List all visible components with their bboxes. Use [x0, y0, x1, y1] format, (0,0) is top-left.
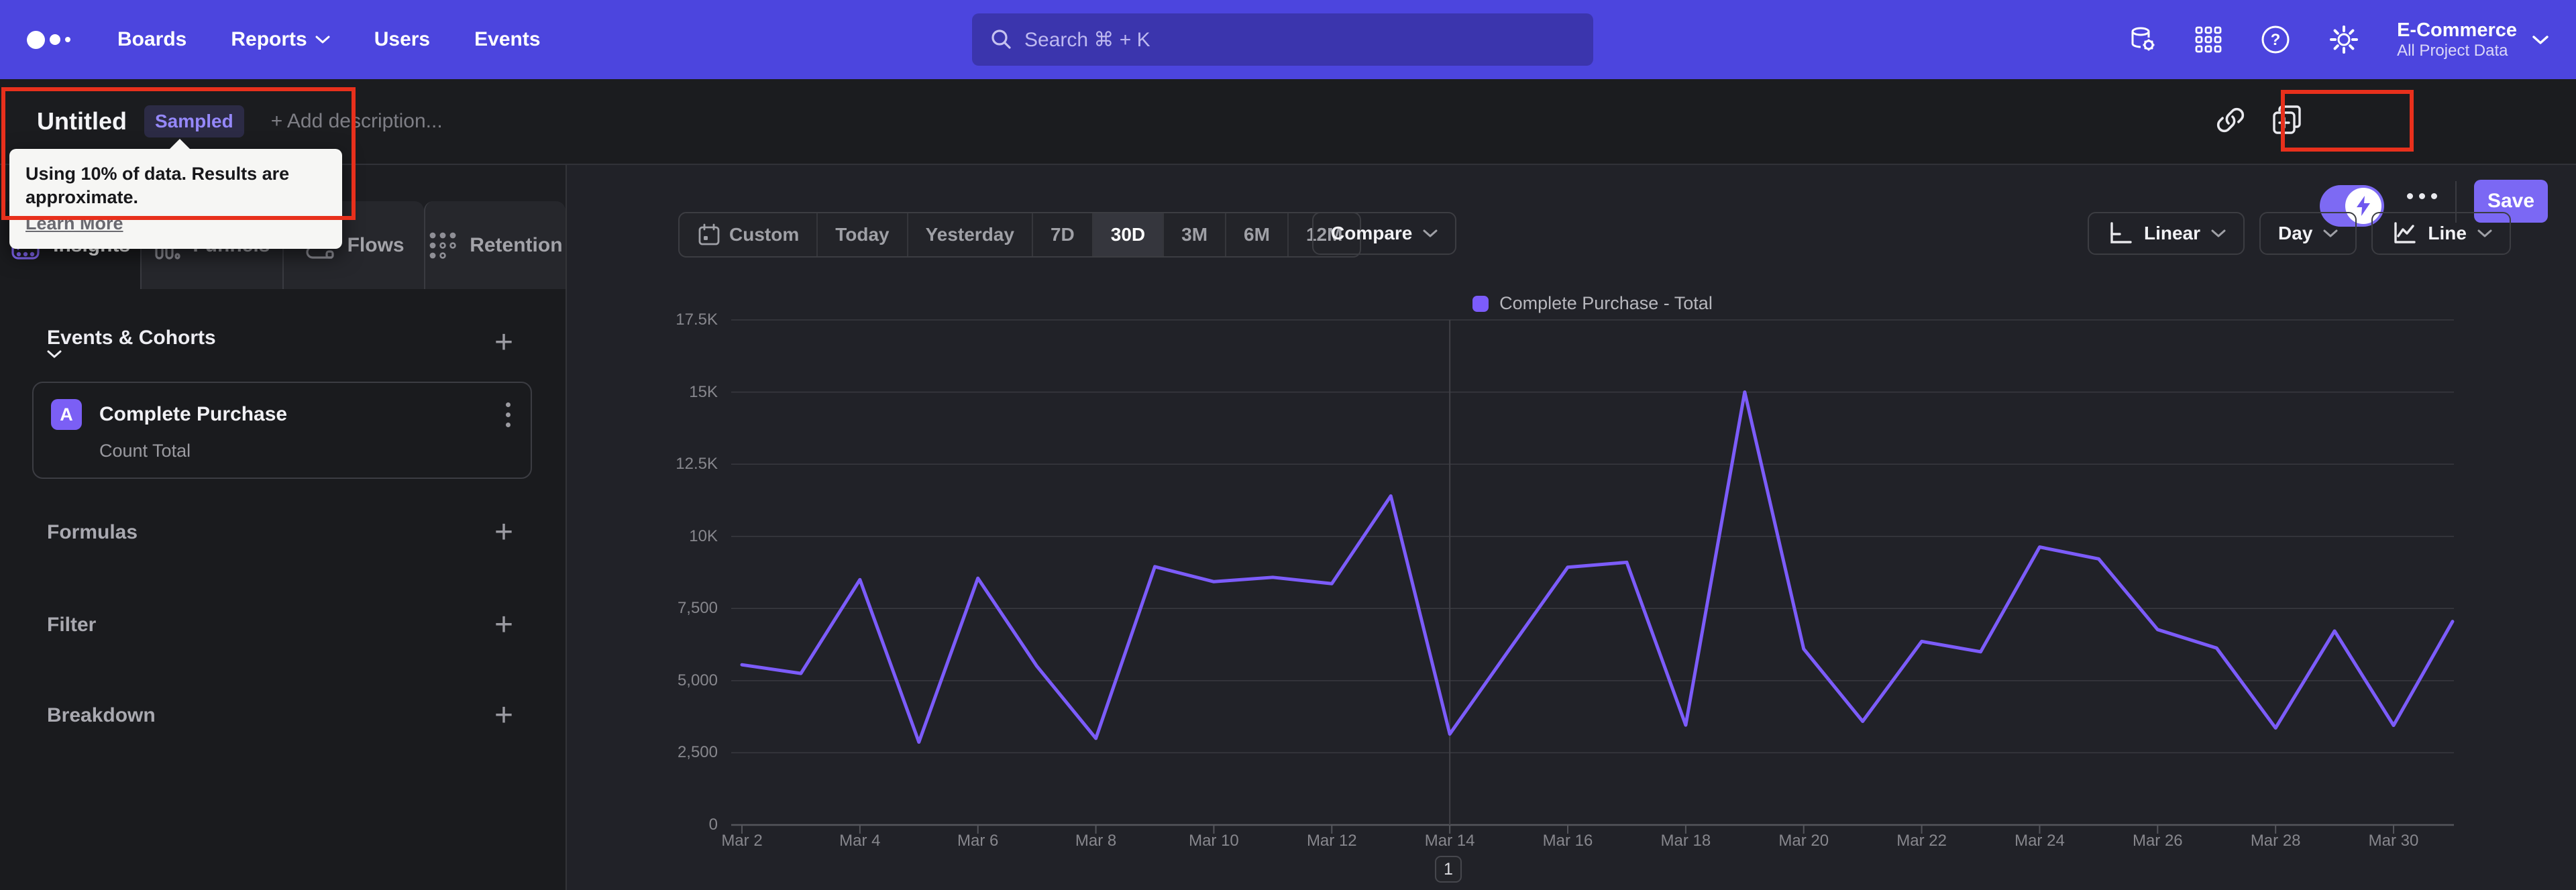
report-title[interactable]: Untitled	[37, 107, 127, 135]
x-tick-label: Mar 16	[1542, 832, 1593, 850]
x-tick-label: Mar 20	[1778, 832, 1829, 850]
add-breakdown-button[interactable]: +	[494, 700, 513, 732]
x-tick-label: Mar 26	[2132, 832, 2183, 850]
sampling-tooltip: Using 10% of data. Results are approxima…	[9, 138, 342, 249]
filter-header: Filter	[47, 614, 97, 636]
add-filter-button[interactable]: +	[494, 609, 513, 641]
x-tick-label: Mar 12	[1306, 832, 1357, 850]
chart-display-controls: Linear Day Line	[2088, 212, 2511, 255]
chevron-down-icon	[315, 36, 330, 44]
top-nav-bar: Boards Reports Users Events Search ⌘ + K ?	[0, 0, 2576, 79]
search-icon	[989, 27, 1014, 52]
chart-type-selector[interactable]: Line	[2371, 212, 2511, 255]
primary-nav: Boards Reports Users Events	[117, 28, 541, 51]
data-management-icon[interactable]	[2127, 25, 2157, 54]
add-to-board-icon[interactable]	[2270, 103, 2305, 138]
mixpanel-logo[interactable]	[27, 30, 70, 49]
nav-item-reports[interactable]: Reports	[231, 28, 330, 51]
learn-more-link[interactable]: Learn More	[25, 213, 123, 234]
y-tick-label: 15K	[689, 382, 718, 401]
search-placeholder: Search ⌘ + K	[1024, 28, 1150, 51]
tab-retention[interactable]: Retention	[423, 201, 566, 289]
y-tick-label: 2,500	[677, 743, 718, 762]
y-tick-label: 12.5K	[676, 455, 718, 474]
series-line[interactable]	[740, 390, 2455, 744]
settings-gear-icon[interactable]	[2328, 24, 2359, 55]
range-today[interactable]: Today	[816, 213, 906, 256]
retention-icon	[428, 231, 458, 260]
x-tick-label: Mar 6	[957, 832, 999, 850]
x-tick-label: Mar 14	[1424, 832, 1475, 850]
y-tick-label: 5,000	[677, 671, 718, 689]
x-tick-label: Mar 24	[2015, 832, 2065, 850]
range-3m[interactable]: 3M	[1163, 213, 1225, 256]
project-switcher[interactable]: E-Commerce All Project Data	[2397, 19, 2549, 60]
nav-item-events[interactable]: Events	[474, 28, 540, 51]
add-description-field[interactable]: + Add description...	[271, 110, 443, 133]
formulas-header: Formulas	[47, 521, 138, 543]
nav-right-group: ? E-Commerce All Project Data	[2127, 0, 2549, 79]
report-header-bar: Untitled Sampled + Add description... Sa…	[0, 79, 2576, 227]
event-card[interactable]: A Complete Purchase Count Total	[32, 382, 532, 479]
help-icon[interactable]: ?	[2260, 24, 2291, 55]
y-tick-label: 7,500	[677, 599, 718, 618]
x-tick-label: Mar 22	[1896, 832, 1947, 850]
chevron-down-icon	[2532, 34, 2549, 45]
range-custom[interactable]: Custom	[680, 213, 816, 256]
compare-button[interactable]: Compare	[1312, 212, 1457, 255]
nav-item-boards[interactable]: Boards	[117, 28, 186, 51]
line-chart[interactable]	[711, 295, 2482, 852]
x-tick-label: Mar 18	[1660, 832, 1711, 850]
line-chart-icon	[2390, 220, 2417, 247]
range-7d[interactable]: 7D	[1031, 213, 1092, 256]
query-sidebar: InsightsFunnelsFlowsRetention Events & C…	[0, 165, 567, 890]
event-metric[interactable]: Count Total	[99, 441, 513, 461]
event-name: Complete Purchase	[99, 403, 288, 425]
x-tick-label: Mar 28	[2250, 832, 2301, 850]
sampled-badge[interactable]: Sampled	[144, 105, 244, 137]
event-letter-badge: A	[51, 399, 82, 430]
breakdown-header: Breakdown	[47, 704, 156, 726]
tooltip-text: Using 10% of data. Results are approxima…	[25, 164, 290, 208]
apps-grid-icon[interactable]	[2194, 25, 2222, 54]
chevron-down-icon	[47, 349, 225, 359]
svg-text:?: ?	[2271, 31, 2281, 49]
x-tick-label: Mar 10	[1189, 832, 1239, 850]
x-tick-label: Mar 8	[1075, 832, 1117, 850]
events-cohorts-header[interactable]: Events & Cohorts	[47, 327, 225, 359]
project-scope: All Project Data	[2397, 41, 2508, 60]
nav-item-users[interactable]: Users	[374, 28, 430, 51]
project-name: E-Commerce	[2397, 19, 2517, 41]
copy-link-icon[interactable]	[2214, 103, 2247, 137]
x-tick-label: Mar 30	[2368, 832, 2419, 850]
linear-axis-icon	[2106, 220, 2133, 247]
calendar-icon	[697, 223, 721, 247]
add-event-button[interactable]: +	[494, 327, 513, 359]
y-tick-label: 10K	[689, 526, 718, 545]
event-options-icon[interactable]	[503, 400, 513, 430]
y-tick-label: 17.5K	[676, 311, 718, 329]
range-30d[interactable]: 30D	[1091, 213, 1163, 256]
range-yesterday[interactable]: Yesterday	[906, 213, 1032, 256]
interval-selector[interactable]: Day	[2259, 212, 2357, 255]
range-6m[interactable]: 6M	[1225, 213, 1287, 256]
query-panel: Events & Cohorts + A Complete Purchase C…	[0, 289, 566, 890]
scale-selector[interactable]: Linear	[2088, 212, 2245, 255]
add-formula-button[interactable]: +	[494, 516, 513, 549]
x-tick-label: Mar 2	[721, 832, 763, 850]
chart-page-indicator[interactable]: 1	[1435, 856, 1462, 883]
date-range-control: Custom Today Yesterday 7D 30D 3M 6M 12M	[678, 212, 1362, 258]
search-input[interactable]: Search ⌘ + K	[972, 13, 1593, 66]
more-options-icon[interactable]	[2407, 193, 2437, 199]
x-tick-label: Mar 4	[839, 832, 881, 850]
